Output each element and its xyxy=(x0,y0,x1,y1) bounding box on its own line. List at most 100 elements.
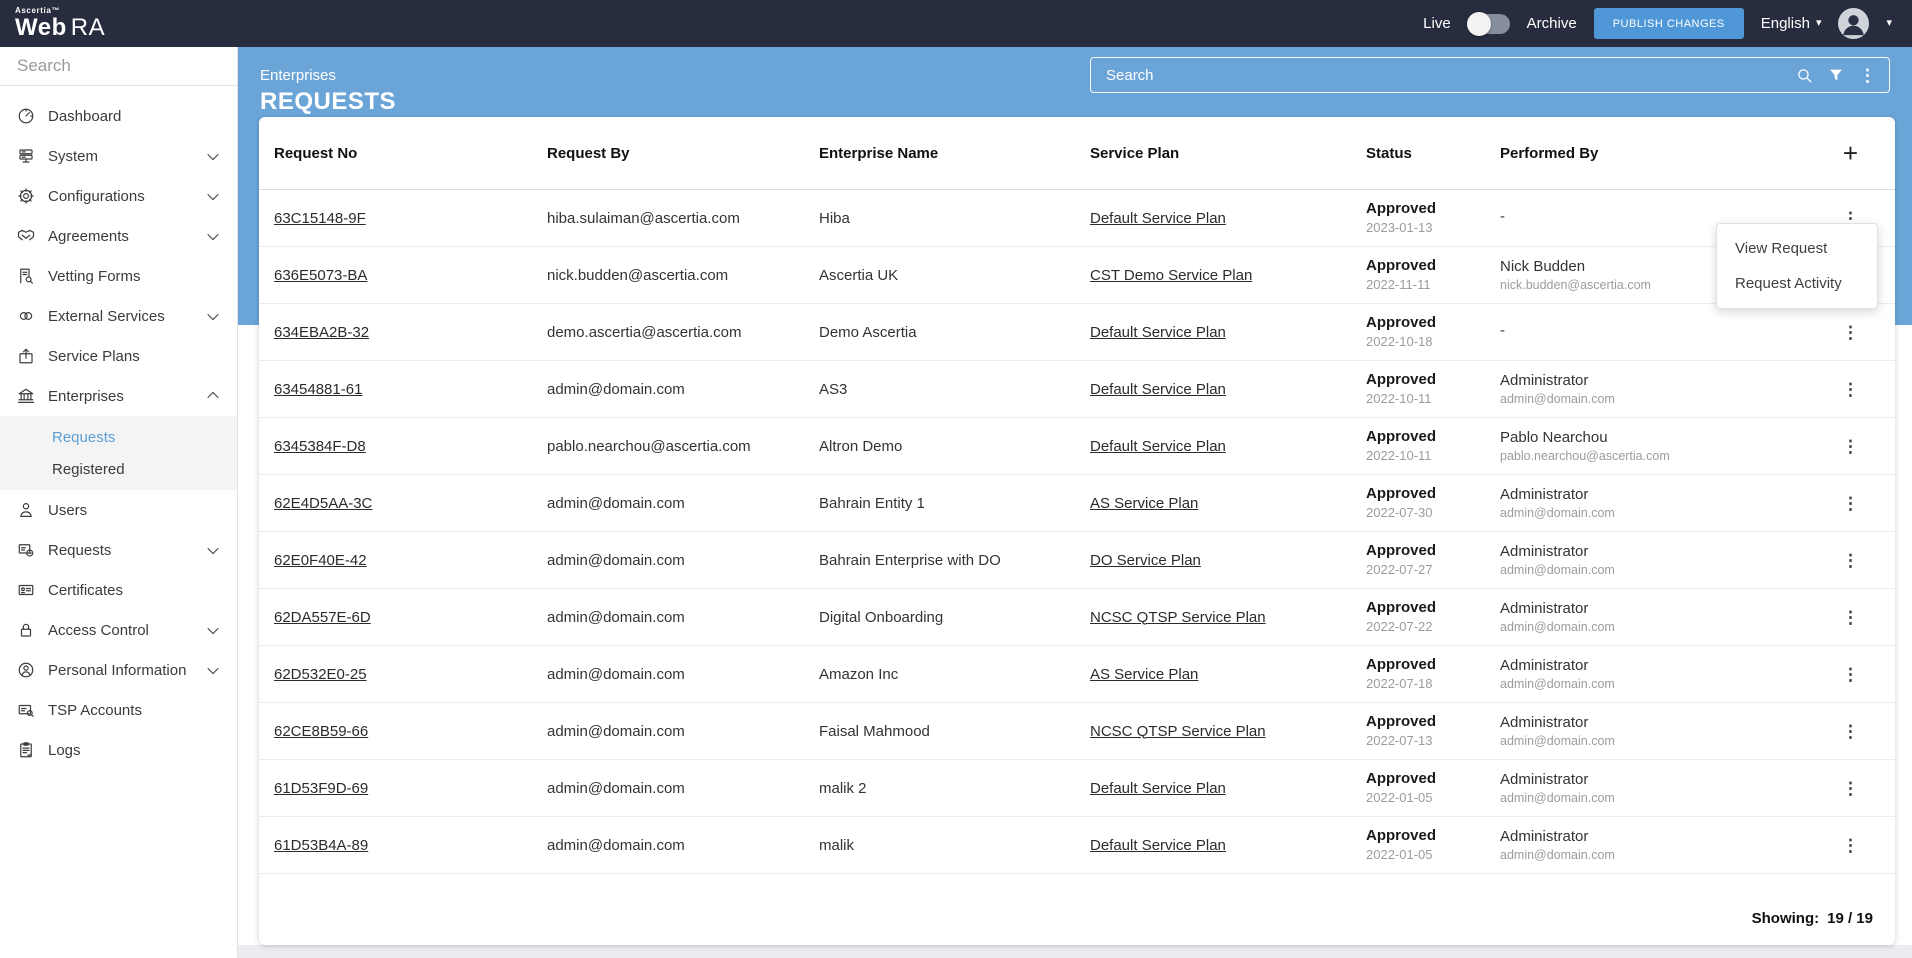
sidebar-item-dashboard[interactable]: Dashboard xyxy=(0,96,237,136)
search-icon[interactable] xyxy=(1796,67,1813,84)
clipboard-icon xyxy=(17,741,35,759)
request-by-cell: admin@domain.com xyxy=(547,666,819,683)
search-options-kebab-icon[interactable]: ⋮ xyxy=(1859,67,1876,84)
service-plan-link[interactable]: AS Service Plan xyxy=(1090,495,1198,512)
sidebar-item-label: Vetting Forms xyxy=(48,268,141,285)
request-no-link[interactable]: 61D53B4A-89 xyxy=(274,837,368,854)
service-plan-link[interactable]: Default Service Plan xyxy=(1090,837,1226,854)
enterprise-name-cell: Digital Onboarding xyxy=(819,609,1090,626)
request-no-link[interactable]: 61D53F9D-69 xyxy=(274,780,368,797)
row-actions-kebab-icon[interactable]: ⋮ xyxy=(1842,495,1859,512)
add-request-button[interactable]: + xyxy=(1843,140,1858,166)
table-row: 6345384F-D8 pablo.nearchou@ascertia.com … xyxy=(259,418,1895,475)
performed-by-email: admin@domain.com xyxy=(1500,791,1806,805)
context-menu-request-activity[interactable]: Request Activity xyxy=(1717,266,1877,301)
status-date: 2022-07-30 xyxy=(1366,506,1490,521)
sidebar-item-system[interactable]: System xyxy=(0,136,237,176)
enterprises-submenu: Requests Registered xyxy=(0,416,237,490)
row-actions-kebab-icon[interactable]: ⋮ xyxy=(1842,780,1859,797)
sidebar-item-users[interactable]: Users xyxy=(0,490,237,530)
table-row: 62E0F40E-42 admin@domain.com Bahrain Ent… xyxy=(259,532,1895,589)
column-header-request-by[interactable]: Request By xyxy=(547,145,819,162)
sidebar-item-tsp-accounts[interactable]: TSP Accounts xyxy=(0,690,237,730)
service-plan-link[interactable]: NCSC QTSP Service Plan xyxy=(1090,723,1266,740)
account-menu-chevron-icon[interactable]: ▾ xyxy=(1886,18,1892,29)
row-actions-kebab-icon[interactable]: ⋮ xyxy=(1842,381,1859,398)
row-actions-kebab-icon[interactable]: ⋮ xyxy=(1842,666,1859,683)
sidebar-subitem-registered[interactable]: Registered xyxy=(0,453,237,485)
column-header-enterprise-name[interactable]: Enterprise Name xyxy=(819,145,1090,162)
column-header-status[interactable]: Status xyxy=(1366,145,1500,162)
service-plan-link[interactable]: Default Service Plan xyxy=(1090,210,1226,227)
row-actions-kebab-icon[interactable]: ⋮ xyxy=(1842,438,1859,455)
column-header-request-no[interactable]: Request No xyxy=(274,145,547,162)
request-no-link[interactable]: 62CE8B59-66 xyxy=(274,723,368,740)
request-no-link[interactable]: 62DA557E-6D xyxy=(274,609,371,626)
service-plan-link[interactable]: Default Service Plan xyxy=(1090,780,1226,797)
service-plan-link[interactable]: CST Demo Service Plan xyxy=(1090,267,1252,284)
performed-by-email: admin@domain.com xyxy=(1500,392,1806,406)
service-plan-link[interactable]: NCSC QTSP Service Plan xyxy=(1090,609,1266,626)
request-no-link[interactable]: 634EBA2B-32 xyxy=(274,324,369,341)
chevron-down-icon xyxy=(207,189,218,200)
request-no-link[interactable]: 63C15148-9F xyxy=(274,210,366,227)
request-no-link[interactable]: 63454881-61 xyxy=(274,381,362,398)
server-icon xyxy=(17,147,35,165)
performed-by-email: admin@domain.com xyxy=(1500,734,1806,748)
user-avatar[interactable] xyxy=(1838,8,1869,39)
service-plan-link[interactable]: AS Service Plan xyxy=(1090,666,1198,683)
sidebar-item-personal-information[interactable]: Personal Information xyxy=(0,650,237,690)
status-date: 2022-07-18 xyxy=(1366,677,1490,692)
sidebar-item-service-plans[interactable]: Service Plans xyxy=(0,336,237,376)
service-plan-link[interactable]: DO Service Plan xyxy=(1090,552,1201,569)
person-icon xyxy=(1838,8,1869,39)
sidebar-item-label: Agreements xyxy=(48,228,129,245)
publish-changes-button[interactable]: PUBLISH CHANGES xyxy=(1594,8,1744,39)
sidebar-item-agreements[interactable]: Agreements xyxy=(0,216,237,256)
sidebar: Dashboard System Configurations Agreemen… xyxy=(0,47,238,958)
row-actions-kebab-icon[interactable]: ⋮ xyxy=(1842,324,1859,341)
filter-icon[interactable] xyxy=(1828,67,1844,83)
request-no-link[interactable]: 62E4D5AA-3C xyxy=(274,495,372,512)
enterprise-name-cell: Faisal Mahmood xyxy=(819,723,1090,740)
context-menu-view-request[interactable]: View Request xyxy=(1717,231,1877,266)
request-no-link[interactable]: 62E0F40E-42 xyxy=(274,552,367,569)
card-clock-icon xyxy=(17,541,35,559)
id-card-icon xyxy=(17,581,35,599)
toggle-knob[interactable] xyxy=(1467,12,1491,36)
table-header-row: Request No Request By Enterprise Name Se… xyxy=(259,117,1895,190)
service-plan-link[interactable]: Default Service Plan xyxy=(1090,324,1226,341)
sidebar-item-configurations[interactable]: Configurations xyxy=(0,176,237,216)
sidebar-item-enterprises[interactable]: Enterprises xyxy=(0,376,237,416)
row-actions-kebab-icon[interactable]: ⋮ xyxy=(1842,552,1859,569)
language-selector[interactable]: English ▾ xyxy=(1761,15,1822,32)
performed-by-name: Administrator xyxy=(1500,372,1806,389)
performed-by-email: pablo.nearchou@ascertia.com xyxy=(1500,449,1806,463)
horizontal-scrollbar[interactable] xyxy=(238,945,1912,958)
enterprise-name-cell: Hiba xyxy=(819,210,1090,227)
sidebar-item-vetting-forms[interactable]: Vetting Forms xyxy=(0,256,237,296)
sidebar-item-certificates[interactable]: Certificates xyxy=(0,570,237,610)
column-header-performed-by[interactable]: Performed By xyxy=(1500,145,1816,162)
enterprise-name-cell: Bahrain Enterprise with DO xyxy=(819,552,1090,569)
sidebar-item-external-services[interactable]: External Services xyxy=(0,296,237,336)
service-plan-link[interactable]: Default Service Plan xyxy=(1090,438,1226,455)
request-no-link[interactable]: 62D532E0-25 xyxy=(274,666,367,683)
live-archive-toggle[interactable] xyxy=(1468,14,1510,34)
sidebar-item-requests[interactable]: Requests xyxy=(0,530,237,570)
status-text: Approved xyxy=(1366,314,1490,331)
sidebar-subitem-requests[interactable]: Requests xyxy=(0,421,237,453)
sidebar-item-label: Personal Information xyxy=(48,662,186,679)
row-actions-kebab-icon[interactable]: ⋮ xyxy=(1842,723,1859,740)
sidebar-item-access-control[interactable]: Access Control xyxy=(0,610,237,650)
sidebar-search-input[interactable] xyxy=(15,55,240,77)
service-plan-link[interactable]: Default Service Plan xyxy=(1090,381,1226,398)
request-no-link[interactable]: 6345384F-D8 xyxy=(274,438,366,455)
status-date: 2022-10-11 xyxy=(1366,392,1490,407)
row-actions-kebab-icon[interactable]: ⋮ xyxy=(1842,609,1859,626)
row-actions-kebab-icon[interactable]: ⋮ xyxy=(1842,837,1859,854)
table-search-input[interactable] xyxy=(1104,66,1796,85)
sidebar-item-logs[interactable]: Logs xyxy=(0,730,237,770)
column-header-service-plan[interactable]: Service Plan xyxy=(1090,145,1366,162)
request-no-link[interactable]: 636E5073-BA xyxy=(274,267,367,284)
